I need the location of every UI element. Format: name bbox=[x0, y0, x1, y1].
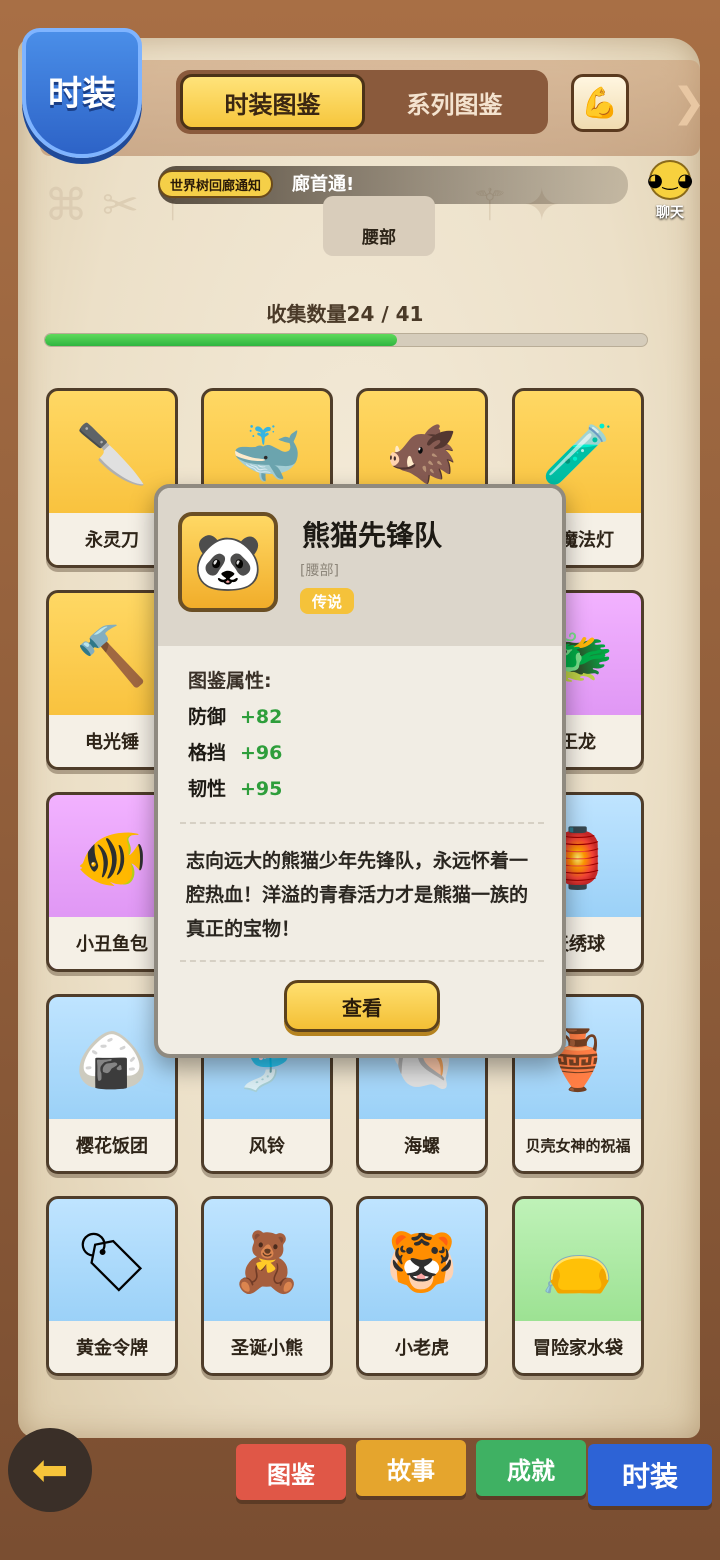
section-badge: 时装 bbox=[22, 28, 142, 158]
collection-progress-bar bbox=[44, 333, 648, 347]
header-tabs: 时装图鉴 系列图鉴 bbox=[176, 70, 548, 134]
divider bbox=[180, 822, 544, 824]
tab-achievements[interactable]: 成就 bbox=[476, 1440, 586, 1496]
attribute-value: +96 bbox=[240, 742, 283, 764]
grid-card[interactable]: 🐯 小老虎 bbox=[356, 1196, 488, 1376]
attribute-row: 格挡 +96 bbox=[188, 738, 282, 765]
rarity-badge: 传说 bbox=[300, 588, 355, 614]
water-bag-icon: 👝 bbox=[541, 1227, 615, 1296]
tab-collection[interactable]: 图鉴 bbox=[236, 1444, 346, 1500]
section-badge-title: 时装 bbox=[48, 74, 116, 114]
grid-card[interactable]: 🏷 黄金令牌 bbox=[46, 1196, 178, 1376]
popup-title: 熊猫先锋队 bbox=[302, 519, 443, 552]
arm-flex-icon: 💪 bbox=[581, 85, 619, 121]
christmas-bear-icon: 🧸 bbox=[230, 1227, 304, 1296]
tab-series-collection[interactable]: 系列图鉴 bbox=[365, 74, 544, 130]
back-arrow-icon: ⬅ bbox=[31, 1444, 69, 1496]
back-button[interactable]: ⬅ bbox=[8, 1428, 92, 1512]
collection-progress-fill bbox=[45, 334, 398, 346]
grid-card-name: 海螺 bbox=[359, 1119, 485, 1171]
attribute-row: 韧性 +95 bbox=[188, 774, 282, 801]
tab-fashion-collection[interactable]: 时装图鉴 bbox=[180, 74, 365, 130]
panda-flag-icon: 🐼 bbox=[178, 512, 278, 612]
collection-count: 收集数量24 / 41 bbox=[266, 302, 424, 326]
grid-card[interactable]: 👝 冒险家水袋 bbox=[512, 1196, 644, 1376]
tab-story[interactable]: 故事 bbox=[356, 1440, 466, 1496]
grid-card-name: 贝壳女神的祝福 bbox=[515, 1119, 641, 1171]
item-detail-popup: 🐼 熊猫先锋队 [腰部] 传说 图鉴属性: 防御 +82 格挡 +96 韧性 +95 … bbox=[154, 484, 566, 1058]
tab-fashion[interactable]: 时装 bbox=[588, 1444, 712, 1506]
notice-text: 廊首通! bbox=[292, 174, 355, 195]
grid-card[interactable]: 🧸 圣诞小熊 bbox=[201, 1196, 333, 1376]
chat-label: 聊天 bbox=[656, 205, 684, 221]
attributes-heading: 图鉴属性: bbox=[188, 670, 272, 692]
grid-card-name: 圣诞小熊 bbox=[204, 1321, 330, 1373]
attribute-row: 防御 +82 bbox=[188, 702, 282, 729]
attribute-name: 防御 bbox=[188, 706, 227, 728]
grid-card-name: 风铃 bbox=[204, 1119, 330, 1171]
popup-slot: [腰部] bbox=[300, 563, 339, 579]
grid-card-name: 小老虎 bbox=[359, 1321, 485, 1373]
divider bbox=[180, 960, 544, 962]
tiger-icon: 🐯 bbox=[385, 1227, 459, 1296]
grid-card-name: 冒险家水袋 bbox=[515, 1321, 641, 1373]
attribute-name: 韧性 bbox=[188, 778, 227, 800]
attribute-value: +82 bbox=[240, 706, 283, 728]
grid-card-name: 黄金令牌 bbox=[49, 1321, 175, 1373]
attribute-name: 格挡 bbox=[188, 742, 227, 764]
category-chip-waist[interactable]: 腰部 bbox=[323, 196, 435, 256]
view-button[interactable]: 查看 bbox=[284, 980, 440, 1032]
notice-badge: 世界树回廊通知 bbox=[158, 170, 274, 198]
arm-flex-button[interactable]: 💪 bbox=[571, 74, 629, 132]
chevron-right-icon[interactable]: ❯ bbox=[672, 80, 706, 126]
chat-bubble-icon: ◕‿◕ bbox=[647, 160, 693, 200]
item-description: 志向远大的熊猫少年先锋队，永远怀着一腔热血！洋溢的青春活力才是熊猫一族的真正的宝… bbox=[186, 850, 529, 940]
gold-token-icon: 🏷 bbox=[75, 1227, 149, 1296]
grid-card-name: 樱花饭团 bbox=[49, 1119, 175, 1171]
chat-button[interactable]: ◕‿◕ 聊天 bbox=[634, 160, 706, 228]
attribute-value: +95 bbox=[240, 778, 283, 800]
